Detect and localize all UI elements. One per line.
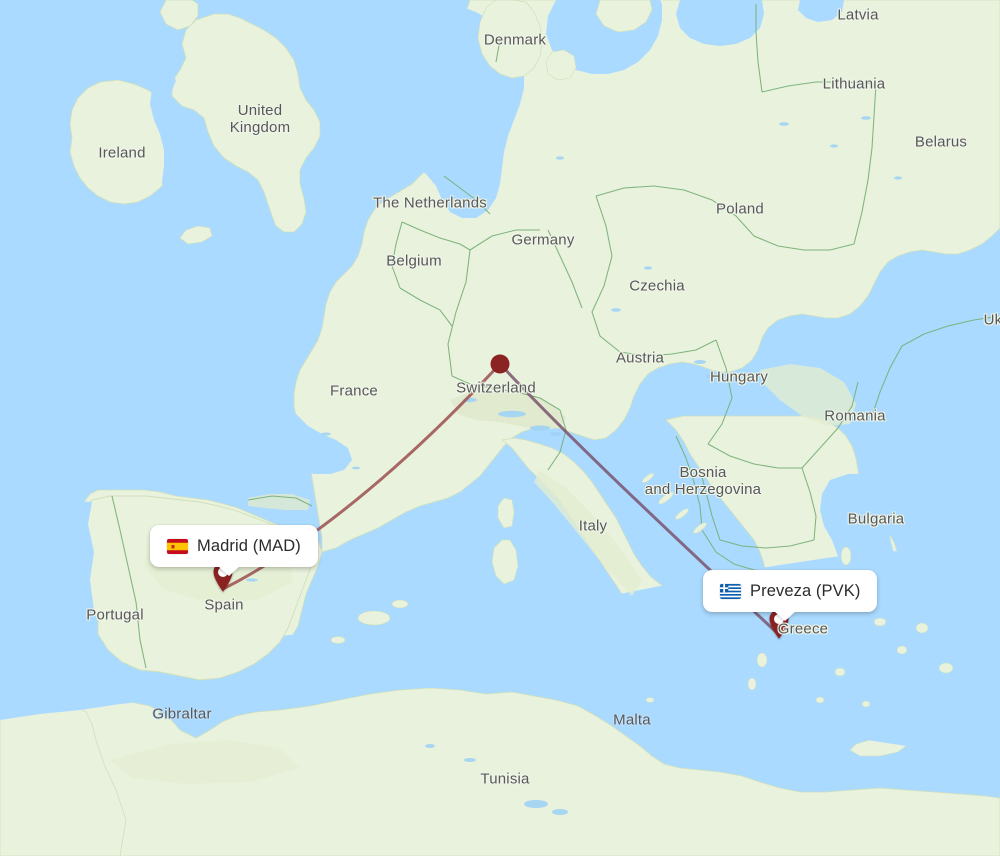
geography [0,0,1000,856]
flight-route-map[interactable]: Latvia Denmark Lithuania United Kingdom … [0,0,1000,856]
airport-tooltip-label-PVK: Preveza (PVK) [750,581,861,600]
tooltip-tail-PVK [774,611,796,621]
land-malta [645,697,655,703]
route-waypoint-dot [490,354,510,374]
greece-flag [720,583,741,599]
land-zealand [545,49,577,81]
airport-tooltip-MAD[interactable]: Madrid (MAD) [150,525,318,576]
spain-flag [167,538,188,554]
tooltip-tail-MAD [218,566,240,576]
map-canvas [0,0,1000,856]
airport-tooltip-label-MAD: Madrid (MAD) [197,536,301,555]
airport-tooltip-PVK[interactable]: Preveza (PVK) [703,570,878,621]
sea-atlantic-west [0,200,62,660]
